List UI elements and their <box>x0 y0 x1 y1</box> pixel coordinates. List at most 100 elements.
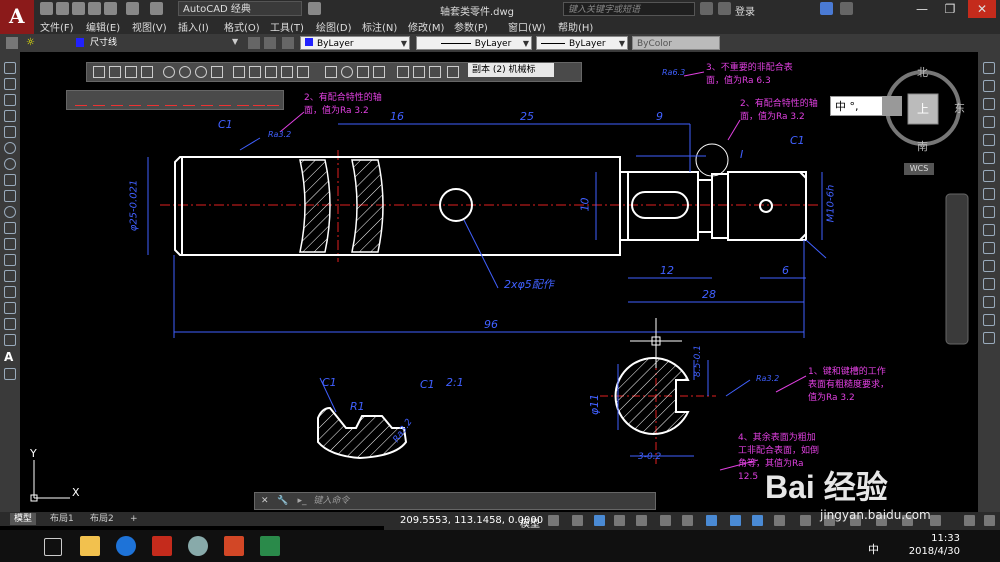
dim-phi25: φ25-0.021 <box>128 179 140 232</box>
space-icon[interactable] <box>281 66 293 78</box>
detail-circle <box>695 143 729 177</box>
shaft-outline <box>174 156 807 256</box>
inspect-icon[interactable] <box>357 66 369 78</box>
dim-m10: M10-6h <box>825 184 837 223</box>
arc-length-icon[interactable] <box>125 66 137 78</box>
quick-dim-icon[interactable] <box>233 66 245 78</box>
wrench-icon[interactable]: 🔧 <box>277 496 288 506</box>
dim-text-edit-icon[interactable] <box>413 66 425 78</box>
wcs-menu[interactable]: WCS <box>904 163 934 175</box>
tool-icon-1[interactable] <box>75 95 87 106</box>
screenshot-app-icon[interactable] <box>260 536 280 556</box>
fullscreen-icon[interactable] <box>964 515 975 526</box>
viewcube-east[interactable]: 东 <box>954 100 965 116</box>
close-icon[interactable]: ✕ <box>261 496 269 506</box>
ucs-axes <box>30 460 70 502</box>
angular-dim-icon[interactable] <box>211 66 223 78</box>
windows-taskbar <box>0 530 1000 562</box>
tab-layout1[interactable]: 布局1 <box>46 513 78 525</box>
center-mark-icon[interactable] <box>341 66 353 78</box>
jogged-linear-icon[interactable] <box>373 66 385 78</box>
detail-label-i: I <box>740 148 744 161</box>
note-bearing-left: 2、有配合特性的轴 面，值为Ra 3.2 <box>304 93 382 116</box>
tool-icon-7[interactable] <box>183 95 195 106</box>
dim-keyway-width: 3-0.2 <box>638 452 662 462</box>
tool-icon-6[interactable] <box>165 95 177 106</box>
command-input[interactable]: 键入命令 <box>313 496 349 506</box>
dim-25: 25 <box>520 110 534 123</box>
tab-model[interactable]: 模型 <box>10 513 37 525</box>
chamfer-c1-b: C1 <box>790 134 805 147</box>
dimstyle-select[interactable]: 副本 (2) 机械标 <box>468 63 554 77</box>
detail-view-i <box>317 406 408 460</box>
tool-icon-8[interactable] <box>201 95 213 106</box>
ordinate-icon[interactable] <box>141 66 153 78</box>
dim-edit-icon[interactable] <box>397 66 409 78</box>
tool-icon-3[interactable] <box>111 95 123 106</box>
ortho-icon[interactable] <box>594 515 605 526</box>
break-dim-icon[interactable] <box>297 66 309 78</box>
note-nonfit-surface: 3、不重要的非配合表 面，值为Ra 6.3 <box>706 63 793 86</box>
lineweight-icon[interactable] <box>706 515 717 526</box>
ime-search-icon[interactable] <box>882 96 902 116</box>
snap-icon[interactable] <box>572 515 583 526</box>
chamfer-c1-a: C1 <box>218 118 233 131</box>
tool-icon-4[interactable] <box>129 95 141 106</box>
polar-icon[interactable] <box>614 515 625 526</box>
task-view-icon[interactable] <box>44 538 62 556</box>
linear-dim-icon[interactable] <box>93 66 105 78</box>
browser-icon[interactable] <box>188 536 208 556</box>
jogged-icon[interactable] <box>179 66 191 78</box>
input-method-indicator[interactable]: 中 <box>868 541 879 557</box>
isolate-objects-icon[interactable] <box>930 515 941 526</box>
tool-icon-2[interactable] <box>93 95 105 106</box>
tab-add[interactable]: + <box>126 513 142 525</box>
tool-icon-11[interactable] <box>253 95 265 106</box>
model-space-button[interactable]: 模型 <box>520 515 540 530</box>
viewcube-top[interactable]: 上 <box>917 100 929 117</box>
annotation-visibility-icon[interactable] <box>800 515 811 526</box>
lock-icon[interactable] <box>267 95 279 106</box>
dim-6: 6 <box>782 264 789 277</box>
baseline-icon[interactable] <box>249 66 261 78</box>
dim-update-icon[interactable] <box>429 66 441 78</box>
customization-icon[interactable] <box>984 515 995 526</box>
note-keyway: 1、键和键槽的工作 表面有粗糙度要求， 值为Ra 3.2 <box>808 367 890 403</box>
dim-96: 96 <box>484 318 498 331</box>
tool-icon-5[interactable] <box>147 95 159 106</box>
radius-dim-icon[interactable] <box>163 66 175 78</box>
draw-order-toolbar <box>66 90 284 110</box>
viewcube-south[interactable]: 南 <box>917 138 928 154</box>
autocad-taskbar-icon[interactable] <box>152 536 172 556</box>
annotation-scale-icon[interactable] <box>774 515 785 526</box>
continue-icon[interactable] <box>265 66 277 78</box>
roughness-ra-left: Ra3.2 <box>268 130 292 139</box>
tool-icon-9[interactable] <box>219 95 231 106</box>
transparency-icon[interactable] <box>730 515 741 526</box>
dim-hole-note: 2xφ5配作 <box>504 278 554 291</box>
ucs-y-label: Y <box>30 447 37 460</box>
osnap-icon[interactable] <box>682 515 693 526</box>
grid-icon[interactable] <box>548 515 559 526</box>
edge-browser-icon[interactable] <box>116 536 136 556</box>
dim-12: 12 <box>660 264 674 277</box>
dim-r1: R1 <box>350 400 365 413</box>
tolerance-icon[interactable] <box>325 66 337 78</box>
tab-layout2[interactable]: 布局2 <box>86 513 118 525</box>
diameter-dim-icon[interactable] <box>195 66 207 78</box>
taskbar-clock[interactable]: 11:33 <box>920 533 960 544</box>
object-snap-tracking-icon[interactable] <box>660 515 671 526</box>
isodraft-icon[interactable] <box>636 515 647 526</box>
dim-style-icon[interactable] <box>447 66 459 78</box>
selection-cycling-icon[interactable] <box>752 515 763 526</box>
navigation-bar[interactable] <box>945 193 969 345</box>
aligned-dim-icon[interactable] <box>109 66 121 78</box>
viewcube-north[interactable]: 北 <box>917 64 928 80</box>
file-explorer-icon[interactable] <box>80 536 100 556</box>
detail-scale: 2:1 <box>446 376 464 389</box>
tool-icon-10[interactable] <box>237 95 249 106</box>
taskbar-date[interactable]: 2018/4/30 <box>900 546 960 557</box>
command-line[interactable]: ✕ 🔧 ▸_ 键入命令 <box>254 492 656 510</box>
note-bearing-right: 2、有配合特性的轴 面，值为Ra 3.2 <box>740 99 818 122</box>
powerpoint-icon[interactable] <box>224 536 244 556</box>
